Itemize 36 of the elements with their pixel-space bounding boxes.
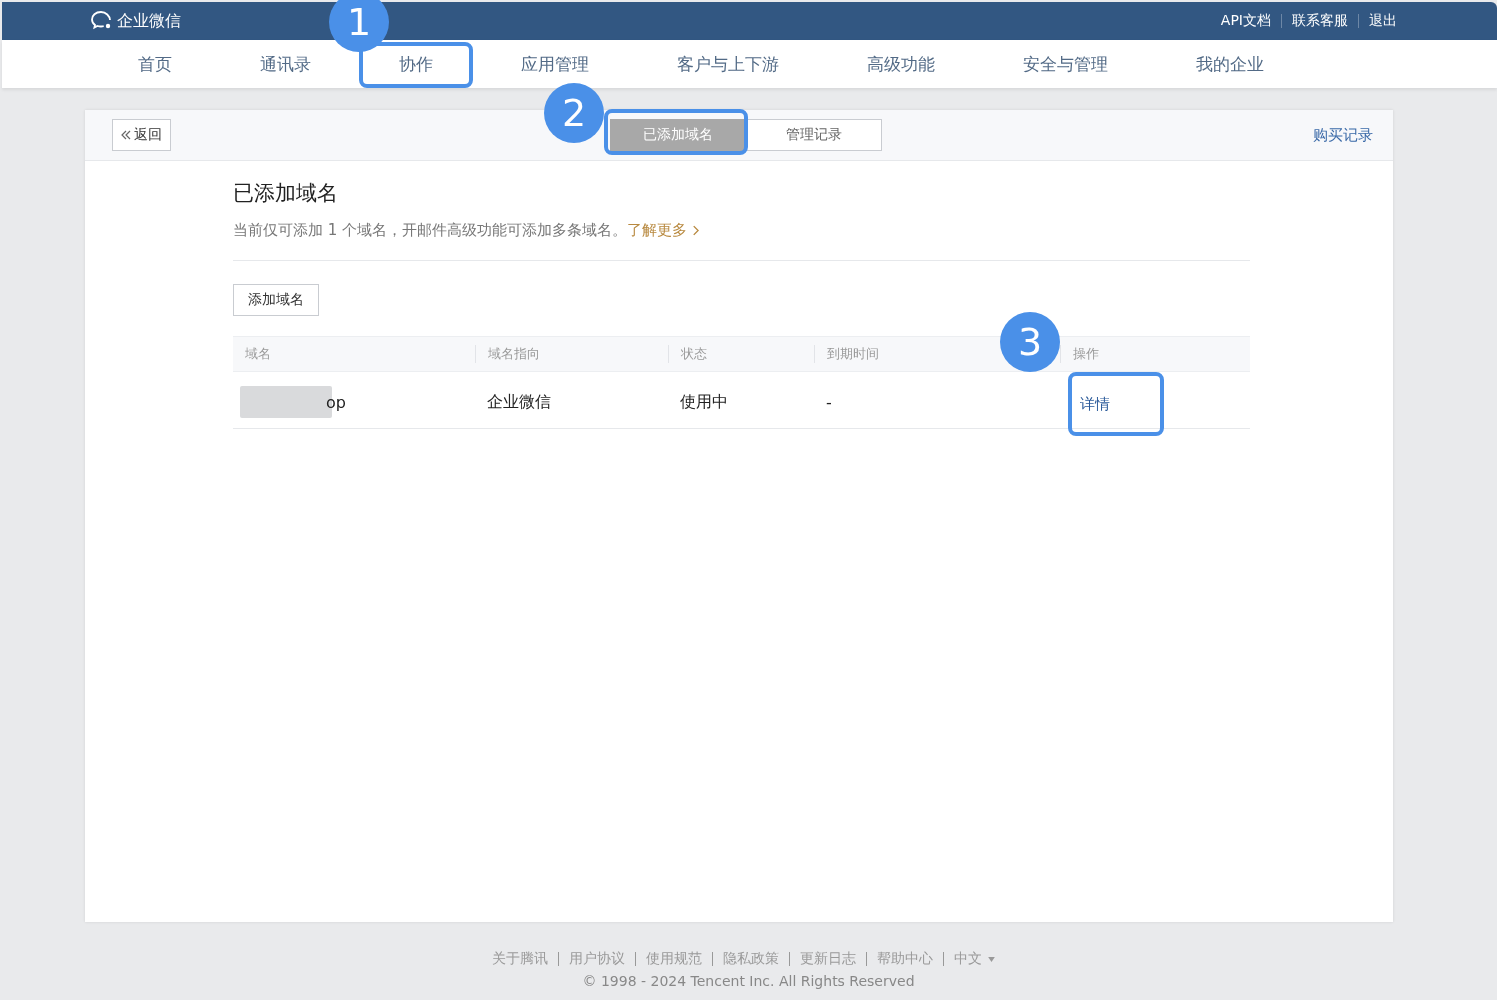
dropdown-triangle-icon	[988, 956, 995, 962]
column-header: 操作	[1060, 345, 1250, 363]
back-button[interactable]: 返回	[112, 119, 171, 151]
product-logo-text: 企业微信	[117, 10, 181, 32]
table-cell: -	[826, 392, 832, 412]
header-link[interactable]: 联系客服	[1292, 12, 1348, 30]
nav-tab[interactable]: 应用管理	[521, 53, 589, 75]
nav-tab[interactable]: 客户与上下游	[677, 53, 779, 75]
step-number-badge: 1	[329, 0, 389, 52]
chat-bubble-icon	[90, 10, 114, 32]
section-title: 已添加域名	[233, 180, 339, 207]
nav-tab[interactable]: 我的企业	[1196, 53, 1264, 75]
double-chevron-left-icon	[121, 130, 131, 140]
copyright-text: © 1998 - 2024 Tencent Inc. All Rights Reserved	[581, 973, 916, 989]
column-header: 状态	[668, 345, 814, 363]
nav-tab[interactable]: 安全与管理	[1023, 53, 1108, 75]
table-cell: 使用中	[680, 391, 728, 413]
step-number-badge: 2	[544, 83, 604, 143]
description-text: 当前仅可添加 1 个域名，开邮件高级功能可添加多条域名。	[233, 221, 628, 240]
header-link[interactable]: API文档	[1220, 12, 1271, 30]
nav-tab[interactable]: 通讯录	[260, 53, 311, 75]
nav-tab[interactable]: 高级功能	[867, 53, 935, 75]
table-cell: op	[326, 392, 346, 412]
step-number-badge: 3	[1000, 312, 1060, 372]
segment-tab[interactable]: 管理记录	[746, 119, 882, 151]
details-link[interactable]: 详情	[1080, 394, 1110, 414]
learn-more-link[interactable]: 了解更多	[627, 221, 700, 240]
table-cell: 企业微信	[487, 391, 551, 413]
nav-tab[interactable]: 协作	[399, 53, 433, 75]
add-domain-button[interactable]: 添加域名	[233, 284, 319, 316]
chevron-right-icon	[692, 225, 700, 236]
column-header: 域名指向	[475, 345, 668, 363]
header-link[interactable]: 退出	[1369, 12, 1397, 30]
purchase-record-link[interactable]: 购买记录	[1313, 125, 1373, 145]
nav-tab[interactable]: 首页	[138, 53, 172, 75]
column-header: 域名	[244, 345, 272, 363]
